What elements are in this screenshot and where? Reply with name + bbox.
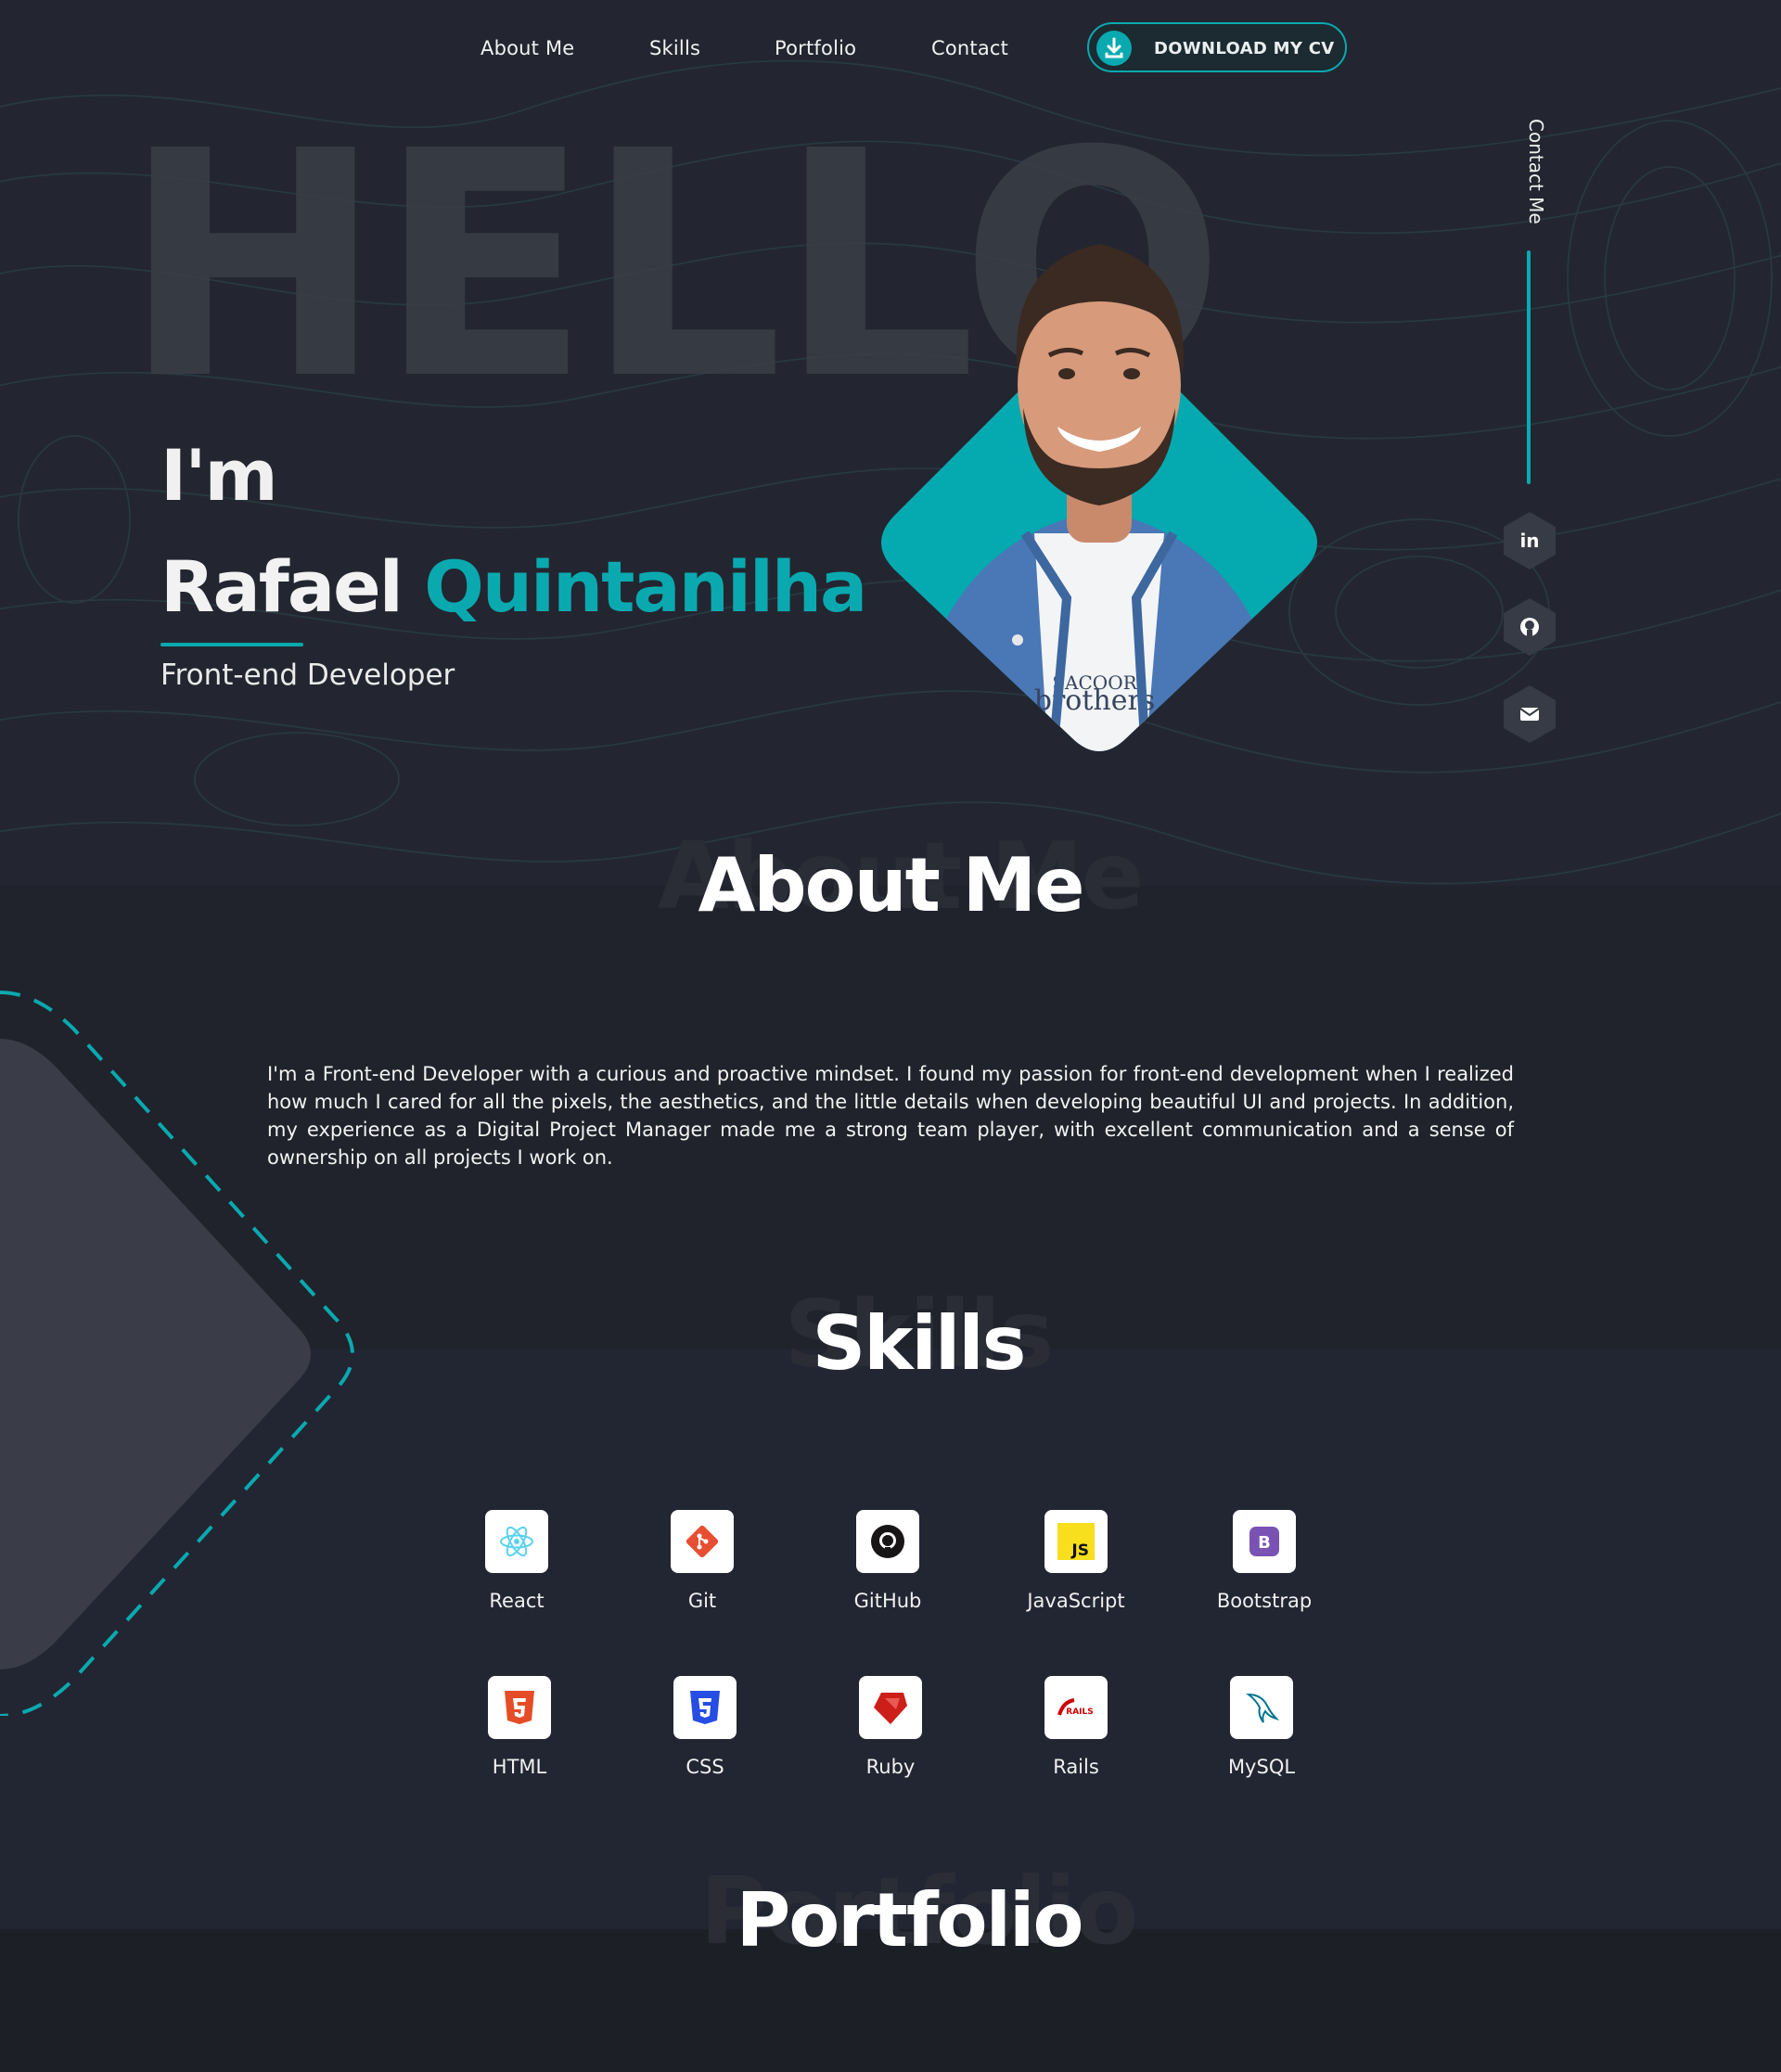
skill-label: GitHub <box>853 1590 922 1612</box>
top-nav: About Me Skills Portfolio Contact DOWNLO… <box>0 22 1781 74</box>
portfolio-title: Portfolio <box>736 1877 1084 1963</box>
nav-link-contact[interactable]: Contact <box>931 37 1008 59</box>
skill-html: HTML <box>427 1676 612 1778</box>
profile-portrait: SACOOR brothers <box>881 244 1317 751</box>
skill-label: Ruby <box>865 1756 916 1778</box>
skill-ruby: Ruby <box>798 1676 983 1778</box>
skill-rails: RAILS Rails <box>983 1676 1169 1778</box>
intro-text: I'm <box>160 434 278 517</box>
skills-title: Skills <box>812 1300 1027 1387</box>
skill-github: GitHub <box>795 1510 980 1612</box>
skill-label: CSS <box>685 1756 724 1778</box>
download-cv-label: DOWNLOAD MY CV <box>1154 39 1335 58</box>
skill-label: JavaScript <box>1027 1590 1125 1612</box>
last-name: Quintanilha <box>424 545 867 628</box>
skill-label: React <box>489 1590 545 1612</box>
rails-icon: RAILS <box>1044 1676 1108 1739</box>
mysql-icon <box>1230 1676 1293 1739</box>
email-link[interactable] <box>1501 684 1558 745</box>
svg-text:in: in <box>1519 530 1539 552</box>
svg-text:B: B <box>1258 1533 1271 1553</box>
contact-me-label[interactable]: Contact Me <box>1510 119 1547 230</box>
javascript-icon: JS <box>1044 1510 1108 1573</box>
skill-git: Git <box>609 1510 795 1612</box>
skill-css: CSS <box>612 1676 798 1778</box>
html-icon <box>488 1676 551 1739</box>
skill-label: Git <box>687 1590 717 1612</box>
linkedin-icon: in <box>1504 512 1556 569</box>
hero-section: About Me Skills Portfolio Contact DOWNLO… <box>0 0 1781 886</box>
skill-label: Rails <box>1053 1756 1099 1778</box>
skill-mysql: MySQL <box>1169 1676 1354 1778</box>
ruby-icon <box>859 1676 922 1739</box>
skill-bootstrap: B Bootstrap <box>1172 1510 1357 1612</box>
download-cv-button[interactable]: DOWNLOAD MY CV <box>1087 22 1347 72</box>
about-title: About Me <box>698 842 1084 928</box>
nav-link-portfolio[interactable]: Portfolio <box>775 37 856 59</box>
linkedin-link[interactable]: in <box>1501 510 1558 571</box>
email-icon <box>1504 685 1556 743</box>
skill-javascript: JS JavaScript <box>983 1510 1169 1612</box>
nav-link-skills[interactable]: Skills <box>649 37 700 59</box>
skill-label: MySQL <box>1227 1756 1296 1778</box>
about-paragraph: I'm a Front-end Developer with a curious… <box>267 1063 1514 1169</box>
contact-rail-line <box>1527 250 1531 484</box>
first-name: Rafael <box>160 545 404 628</box>
bootstrap-icon: B <box>1233 1510 1296 1573</box>
svg-text:RAILS: RAILS <box>1066 1707 1093 1717</box>
skill-react: React <box>424 1510 609 1612</box>
download-icon <box>1096 31 1132 66</box>
svg-text:JS: JS <box>1070 1541 1089 1560</box>
skill-label: Bootstrap <box>1216 1590 1313 1612</box>
css-icon <box>673 1676 737 1739</box>
react-icon <box>485 1510 548 1573</box>
git-icon <box>671 1510 734 1573</box>
role-subtitle: Front-end Developer <box>160 659 455 692</box>
skill-label: HTML <box>492 1756 547 1778</box>
nav-link-about[interactable]: About Me <box>480 37 574 59</box>
github-icon <box>856 1510 919 1573</box>
github-icon <box>1504 598 1556 656</box>
github-link[interactable] <box>1501 596 1558 658</box>
name-underline <box>160 643 303 646</box>
hero-name: Rafael Quintanilha <box>160 545 867 628</box>
